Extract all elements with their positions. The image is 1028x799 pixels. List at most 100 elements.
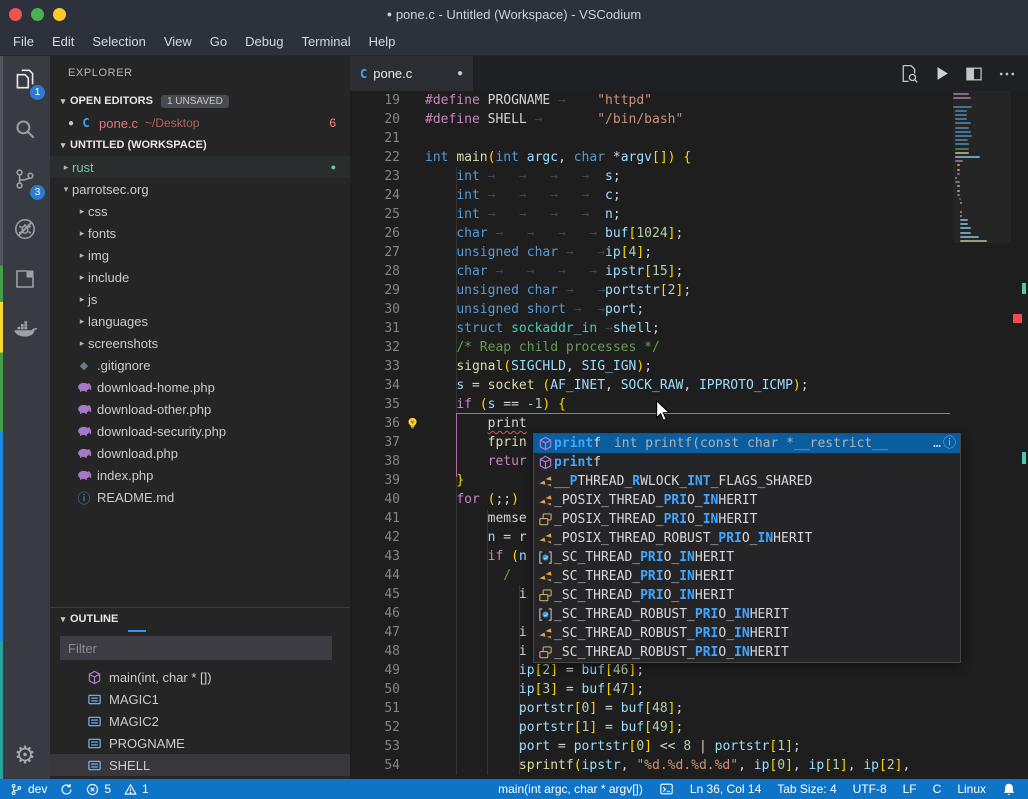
outline-item-magic2[interactable]: MAGIC2 <box>50 710 350 732</box>
menu-view[interactable]: View <box>155 28 201 55</box>
lightbulb-icon[interactable] <box>400 416 425 431</box>
menu-go[interactable]: Go <box>201 28 236 55</box>
suggest-item[interactable]: _POSIX_THREAD_ROBUST_ PRI O_ IN HERIT <box>534 529 960 548</box>
code-line-19[interactable]: 19 #define PROGNAME → "httpd" <box>350 91 1028 110</box>
code-line-36[interactable]: 36 print <box>350 414 1028 433</box>
editor-group[interactable]: C pone.c ● 19 #define PROGNAME → "httpd" 2… <box>350 56 1028 779</box>
status-ln-36-col-14[interactable]: Ln 36, Col 14 <box>690 782 761 796</box>
settings-gear-button[interactable]: ⚙ <box>0 737 50 773</box>
file-index-php[interactable]: index.php <box>50 464 350 486</box>
suggest-item[interactable]: print f int printf(const char *__restrict_… <box>534 434 960 453</box>
suggest-item[interactable]: __ P THREAD_ R WLOCK_ INT _FLAGS_SHARED <box>534 472 960 491</box>
menu-file[interactable]: File <box>4 28 43 55</box>
file--gitignore[interactable]: ◆ .gitignore <box>50 354 350 376</box>
suggest-item[interactable]: print f <box>534 453 960 472</box>
code-line-31[interactable]: 31 struct sockaddr_in →shell; <box>350 319 1028 338</box>
menu-debug[interactable]: Debug <box>236 28 292 55</box>
suggest-item[interactable]: _POSIX_THREAD_ PRI O_ IN HERIT <box>534 510 960 529</box>
menu-help[interactable]: Help <box>360 28 405 55</box>
suggest-item[interactable]: _SC_THREAD_ROBUST_ PRI O_ IN HERIT <box>534 624 960 643</box>
file-download-security-php[interactable]: download-security.php <box>50 420 350 442</box>
status-tab-size-4[interactable]: Tab Size: 4 <box>777 782 836 796</box>
code-line-23[interactable]: 23 int → → → → s; <box>350 167 1028 186</box>
open-preview-icon[interactable] <box>897 63 919 85</box>
open-editors-header[interactable]: ▾ OPEN EDITORS 1 UNSAVED <box>50 90 350 112</box>
code-line-20[interactable]: 20 #define SHELL → "/bin/bash" <box>350 110 1028 129</box>
code-line-24[interactable]: 24 int → → → → c; <box>350 186 1028 205</box>
code-line-35[interactable]: 35 if (s == -1) { <box>350 395 1028 414</box>
tab-pone-c[interactable]: C pone.c ● <box>350 56 473 91</box>
outline-filter-input[interactable] <box>60 636 332 660</box>
folder-parrotsec-org[interactable]: ▾ parrotsec.org <box>50 178 350 200</box>
activity-files-icon[interactable]: 1 <box>0 56 50 106</box>
suggest-item[interactable]: _SC_THREAD_ROBUST_ PRI O_ IN HERIT <box>534 643 960 662</box>
outline-item-shell[interactable]: SHELL <box>50 754 350 776</box>
code-line-34[interactable]: 34 s = socket (AF_INET, SOCK_RAW, IPPROT… <box>350 376 1028 395</box>
code-line-33[interactable]: 33 signal(SIGCHLD, SIG_IGN); <box>350 357 1028 376</box>
code-line-28[interactable]: 28 char → → → → ipstr[15]; <box>350 262 1028 281</box>
status-utf-8[interactable]: UTF-8 <box>853 782 887 796</box>
file-download-other-php[interactable]: download-other.php <box>50 398 350 420</box>
terminal-status-icon[interactable] <box>659 782 674 796</box>
run-icon[interactable] <box>930 63 952 85</box>
folder-css[interactable]: ▸ css <box>50 200 350 222</box>
status-linux[interactable]: Linux <box>957 782 986 796</box>
file-download-php[interactable]: download.php <box>50 442 350 464</box>
workspace-header[interactable]: ▾ UNTITLED (WORKSPACE) <box>50 134 350 156</box>
file-readme-md[interactable]: ⓘ README.md <box>50 486 350 508</box>
status-1[interactable]: 1 <box>124 782 149 796</box>
outline-item-magic1[interactable]: MAGIC1 <box>50 688 350 710</box>
sync-icon[interactable] <box>60 783 73 796</box>
bell-icon[interactable] <box>1002 782 1016 797</box>
activity-search-icon[interactable] <box>0 106 50 156</box>
suggest-item[interactable]: _POSIX_THREAD_ PRI O_ IN HERIT <box>534 491 960 510</box>
activity-source-control-icon[interactable]: 3 <box>0 156 50 206</box>
code-line-29[interactable]: 29 unsigned char → →portstr[2]; <box>350 281 1028 300</box>
code-line-52[interactable]: 52 portstr[1] = buf[49]; <box>350 718 1028 737</box>
activity-docker-icon[interactable] <box>0 306 50 356</box>
menu-edit[interactable]: Edit <box>43 28 83 55</box>
status-dev[interactable]: dev <box>10 782 47 796</box>
folder-img[interactable]: ▸ img <box>50 244 350 266</box>
code-line-51[interactable]: 51 portstr[0] = buf[48]; <box>350 699 1028 718</box>
status-5[interactable]: 5 <box>86 782 111 796</box>
folder-js[interactable]: ▸ js <box>50 288 350 310</box>
tab-dirty-dot[interactable]: ● <box>457 68 463 79</box>
split-editor-icon[interactable] <box>963 63 985 85</box>
code-line-53[interactable]: 53 port = portstr[0] << 8 | portstr[1]; <box>350 737 1028 756</box>
open-editor-item-pone-c[interactable]: ● Cpone.c ~/Desktop 6 <box>50 112 350 134</box>
suggest-item[interactable]: _SC_THREAD_ PRI O_ IN HERIT <box>534 586 960 605</box>
suggest-item[interactable]: _SC_THREAD_ PRI O_ IN HERIT <box>534 548 960 567</box>
code-line-21[interactable]: 21 <box>350 129 1028 148</box>
titlebar[interactable]: ● pone.c - Untitled (Workspace) - VSCodi… <box>0 0 1028 28</box>
folder-fonts[interactable]: ▸ fonts <box>50 222 350 244</box>
status-lf[interactable]: LF <box>903 782 917 796</box>
menu-terminal[interactable]: Terminal <box>292 28 359 55</box>
folder-screenshots[interactable]: ▸ screenshots <box>50 332 350 354</box>
folder-languages[interactable]: ▸ languages <box>50 310 350 332</box>
code-line-26[interactable]: 26 char → → → → buf[1024]; <box>350 224 1028 243</box>
code-line-22[interactable]: 22 int main(int argc, char *argv[]) { <box>350 148 1028 167</box>
minimap[interactable] <box>953 91 1011 779</box>
more-actions-icon[interactable] <box>996 63 1018 85</box>
info-icon[interactable]: ⓘ <box>943 434 956 453</box>
code-line-54[interactable]: 54 sprintf(ipstr, "%d.%d.%d.%d", ip[0], … <box>350 756 1028 775</box>
code-line-25[interactable]: 25 int → → → → n; <box>350 205 1028 224</box>
outline-item-progname[interactable]: PROGNAME <box>50 732 350 754</box>
activity-extensions-icon[interactable] <box>0 256 50 306</box>
suggest-item[interactable]: _SC_THREAD_ROBUST_ PRI O_ IN HERIT <box>534 605 960 624</box>
code-line-50[interactable]: 50 ip[3] = buf[47]; <box>350 680 1028 699</box>
outline-header[interactable]: ▾ OUTLINE <box>50 608 350 632</box>
outline-item-main-int-char-[interactable]: main(int, char * []) <box>50 666 350 688</box>
menu-selection[interactable]: Selection <box>83 28 154 55</box>
code-line-49[interactable]: 49 ip[2] = buf[46]; <box>350 661 1028 680</box>
activity-debug-disabled-icon[interactable] <box>0 206 50 256</box>
suggest-item[interactable]: _SC_THREAD_ PRI O_ IN HERIT <box>534 567 960 586</box>
code-line-32[interactable]: 32 /* Reap child processes */ <box>350 338 1028 357</box>
file-download-home-php[interactable]: download-home.php <box>50 376 350 398</box>
code-line-30[interactable]: 30 unsigned short → →port; <box>350 300 1028 319</box>
folder-include[interactable]: ▸ include <box>50 266 350 288</box>
folder-rust[interactable]: ▸ rust ● <box>50 156 350 178</box>
status-main-int-argc-char-argv-[interactable]: main(int argc, char * argv[]) <box>498 782 643 796</box>
status-c[interactable]: C <box>933 782 942 796</box>
